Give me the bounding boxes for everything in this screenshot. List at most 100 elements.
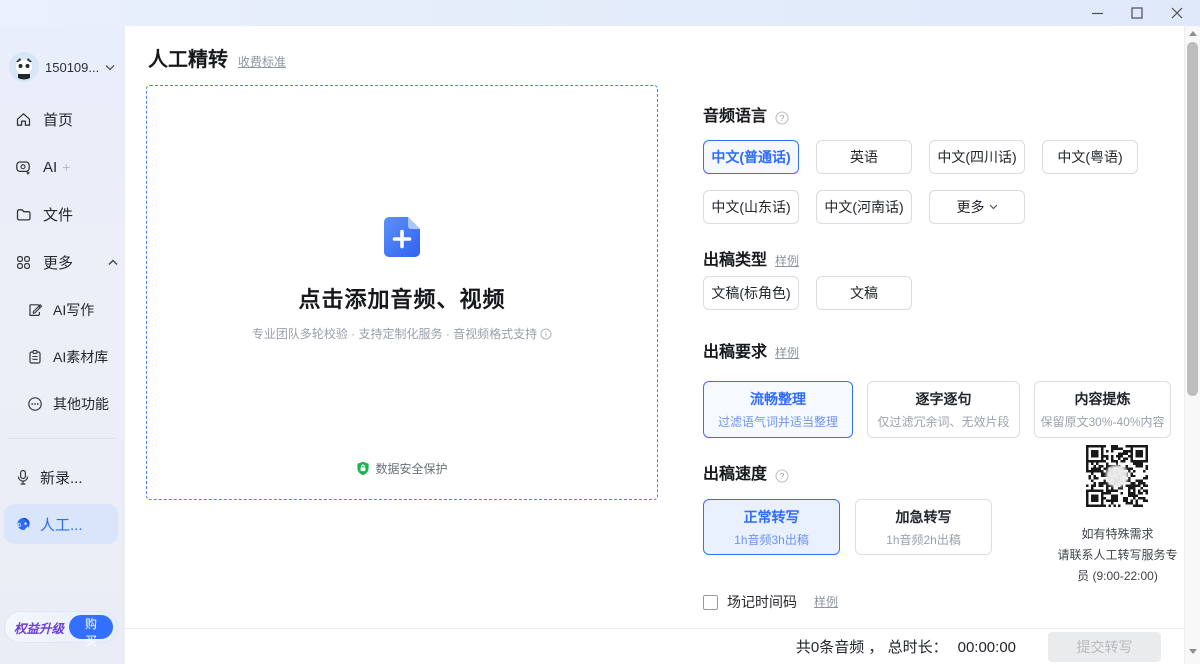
help-icon[interactable]: ? <box>775 469 789 484</box>
chip-title: 逐字逐句 <box>916 389 972 409</box>
section-title: 音频语言 <box>703 108 767 126</box>
chevron-up-icon <box>108 259 118 266</box>
chip-desc: 过滤语气词并适当整理 <box>718 413 838 430</box>
contact-line: 请联系人工转写服务专 <box>1040 545 1195 566</box>
sidebar-item-files[interactable]: 文件 <box>15 203 73 225</box>
sidebar-item-human-transcription[interactable]: 人工... <box>4 504 118 544</box>
sidebar-item-new-recording[interactable]: 新录... <box>15 466 83 488</box>
ai-icon <box>15 159 32 176</box>
speed-chip-normal[interactable]: 正常转写 1h音频3h出稿 <box>703 499 840 555</box>
avatar <box>9 52 39 82</box>
sidebar-item-label: 首页 <box>43 109 73 130</box>
summary-label: 共0条音频 ， 总时长： <box>796 639 948 656</box>
vertical-scrollbar[interactable] <box>1184 26 1200 664</box>
scroll-up-arrow[interactable] <box>1185 26 1200 40</box>
req-chip-smooth[interactable]: 流畅整理 过滤语气词并适当整理 <box>703 381 853 438</box>
language-options-row-1: 中文(普通话) 英语 中文(四川话) 中文(粤语) <box>703 140 1138 174</box>
upload-dropzone[interactable]: 点击添加音频、视频 专业团队多轮校验 · 支持定制化服务 · 音视频格式支持 i… <box>146 85 658 500</box>
contact-line: 员 (9:00-22:00) <box>1040 566 1195 587</box>
chevron-down-icon <box>989 204 998 210</box>
section-speed: 出稿速度 ? <box>703 466 789 484</box>
fee-standard-link[interactable]: 收费标准 <box>238 53 286 72</box>
timecode-label: 场记时间码 <box>727 592 797 612</box>
page-title: 人工精转 <box>148 48 228 72</box>
other-features-icon <box>27 396 43 412</box>
more-grid-icon <box>15 254 32 271</box>
sidebar-item-ai[interactable]: AI + <box>15 156 70 178</box>
data-security-note: 数据安全保护 <box>147 460 657 477</box>
chip-title: 加急转写 <box>896 507 952 527</box>
upgrade-banner[interactable]: 权益升级 购买 <box>4 611 118 643</box>
maximize-button[interactable] <box>1130 6 1144 20</box>
requirement-sample-link[interactable]: 样例 <box>775 344 799 362</box>
mic-icon <box>15 469 31 486</box>
speed-options: 正常转写 1h音频3h出稿 加急转写 1h音频2h出稿 <box>703 499 992 555</box>
sidebar-item-ai-writing[interactable]: AI写作 <box>27 300 94 320</box>
lang-chip-cantonese[interactable]: 中文(粤语) <box>1042 140 1138 174</box>
account-switcher[interactable]: 150109... <box>9 52 115 82</box>
doctype-chip-plain[interactable]: 文稿 <box>816 276 912 310</box>
doc-type-sample-link[interactable]: 样例 <box>775 252 799 270</box>
lang-chip-more[interactable]: 更多 <box>929 190 1025 224</box>
lang-chip-mandarin[interactable]: 中文(普通话) <box>703 140 799 174</box>
upload-subtext-label: 专业团队多轮校验 · 支持定制化服务 · 音视频格式支持 <box>252 325 537 342</box>
window-titlebar <box>0 0 1200 26</box>
submit-transcription-button[interactable]: 提交转写 <box>1048 632 1161 662</box>
chip-desc: 仅过滤冗余词、无效片段 <box>877 413 1009 430</box>
files-icon <box>15 206 32 223</box>
lang-chip-henan[interactable]: 中文(河南话) <box>816 190 912 224</box>
page-header: 人工精转 收费标准 <box>148 48 286 72</box>
section-audio-language: 音频语言 ? <box>703 108 789 126</box>
contact-note: 如有特殊需求 请联系人工转写服务专 员 (9:00-22:00) <box>1040 524 1195 587</box>
req-chip-verbatim[interactable]: 逐字逐句 仅过滤冗余词、无效片段 <box>867 381 1020 438</box>
ai-library-icon <box>27 349 43 365</box>
doctype-chip-roles[interactable]: 文稿(标角色) <box>703 276 799 310</box>
sidebar-item-ai-library[interactable]: AI素材库 <box>27 347 108 367</box>
bottom-bar: 共0条音频 ， 总时长： 00:00:00 提交转写 <box>125 628 1184 664</box>
upload-subtext: 专业团队多轮校验 · 支持定制化服务 · 音视频格式支持 i <box>252 325 552 342</box>
section-requirement: 出稿要求 样例 <box>703 344 799 362</box>
language-options-row-2: 中文(山东话) 中文(河南话) 更多 <box>703 190 1025 224</box>
chip-desc: 保留原文30%-40%内容 <box>1040 413 1164 430</box>
sidebar-item-label: AI <box>43 159 57 176</box>
req-chip-summarize[interactable]: 内容提炼 保留原文30%-40%内容 <box>1034 381 1171 438</box>
sidebar-item-label: 新录... <box>40 467 83 488</box>
minimize-button[interactable] <box>1090 6 1104 20</box>
lang-chip-english[interactable]: 英语 <box>816 140 912 174</box>
close-button[interactable] <box>1170 6 1184 20</box>
sidebar-item-more[interactable]: 更多 <box>15 251 118 273</box>
help-icon[interactable]: ? <box>775 111 789 126</box>
user-name: 150109... <box>45 60 99 75</box>
sidebar-item-home[interactable]: 首页 <box>15 108 73 130</box>
app-window: 150109... 首页 AI + <box>0 0 1200 664</box>
sidebar-item-other-features[interactable]: 其他功能 <box>27 394 109 414</box>
upgrade-label: 权益升级 <box>14 618 64 637</box>
home-icon <box>15 111 32 128</box>
scrollbar-thumb[interactable] <box>1187 42 1198 396</box>
speed-chip-urgent[interactable]: 加急转写 1h音频2h出稿 <box>855 499 992 555</box>
ai-writing-icon <box>27 302 43 318</box>
lang-chip-sichuan[interactable]: 中文(四川话) <box>929 140 1025 174</box>
sidebar-divider <box>8 438 116 439</box>
audio-summary: 共0条音频 ， 总时长： 00:00:00 <box>796 636 1016 657</box>
svg-text:i: i <box>545 329 547 338</box>
sidebar-item-label: AI素材库 <box>53 347 108 367</box>
shield-lock-icon <box>356 461 370 476</box>
chip-desc: 1h音频2h出稿 <box>886 531 961 548</box>
sidebar-item-label: 人工... <box>40 514 83 535</box>
contact-line: 如有特殊需求 <box>1040 524 1195 545</box>
buy-button[interactable]: 购买 <box>69 615 113 639</box>
section-title: 出稿要求 <box>703 344 767 362</box>
human-transcribe-icon <box>15 516 32 533</box>
timecode-sample-link[interactable]: 样例 <box>814 593 838 611</box>
total-duration-value: 00:00:00 <box>958 639 1016 656</box>
doc-type-options: 文稿(标角色) 文稿 <box>703 276 912 310</box>
chip-title: 正常转写 <box>744 507 800 527</box>
section-title: 出稿速度 <box>703 466 767 484</box>
plus-suffix: + <box>62 159 70 175</box>
lang-chip-shandong[interactable]: 中文(山东话) <box>703 190 799 224</box>
timecode-checkbox[interactable] <box>703 595 718 610</box>
main-content: 人工精转 收费标准 点击添加音频、视频 专业团队多轮校验 · 支持定制化服务 ·… <box>125 26 1184 628</box>
section-doc-type: 出稿类型 样例 <box>703 252 799 270</box>
scroll-down-arrow[interactable] <box>1185 644 1200 658</box>
